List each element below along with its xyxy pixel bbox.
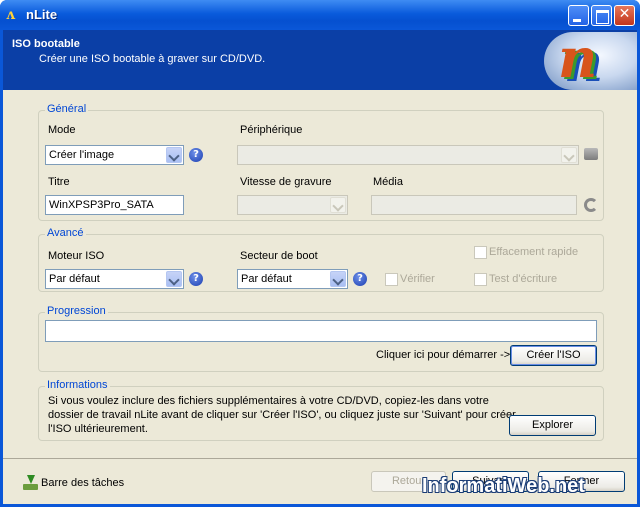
page-subtitle: Créer une ISO bootable à graver sur CD/D… (39, 53, 266, 65)
minimize-button[interactable] (568, 5, 589, 26)
taskbar-icon[interactable] (23, 475, 38, 490)
main-content: Général Mode Créer l'image ? Périphériqu… (3, 90, 637, 458)
watermark-text: InformatiWeb.net (422, 475, 585, 497)
nlite-window: ʌ nLite ✕ ISO bootable Créer une ISO boo… (0, 0, 640, 507)
verify-label: Vérifier (400, 273, 435, 285)
title-label: Titre (48, 176, 70, 188)
write-test-checkbox[interactable] (474, 273, 487, 286)
quick-erase-label: Effacement rapide (489, 246, 579, 258)
advanced-group-title: Avancé (45, 227, 86, 239)
refresh-icon[interactable] (584, 198, 598, 212)
media-label: Média (373, 176, 403, 188)
create-iso-button[interactable]: Créer l'ISO (510, 345, 597, 366)
title-field-value: WinXPSP3Pro_SATA (49, 199, 154, 211)
info-text-line1: Si vous voulez inclure des fichiers supp… (48, 395, 489, 407)
quick-erase-checkbox[interactable] (474, 246, 487, 259)
info-text-line3: l'ISO ultérieurement. (48, 423, 148, 435)
help-icon[interactable]: ? (353, 272, 367, 286)
mode-select[interactable]: Créer l'image (45, 145, 184, 165)
nlite-app-icon: ʌ (6, 7, 15, 23)
maximize-button[interactable] (591, 5, 612, 26)
iso-engine-select[interactable]: Par défaut (45, 269, 184, 289)
page-title: ISO bootable (12, 38, 80, 50)
write-test-label: Test d'écriture (489, 273, 558, 285)
start-hint: Cliquer ici pour démarrer -> (376, 349, 511, 361)
boot-sector-label: Secteur de boot (240, 250, 318, 262)
nlite-logo-icon: n (558, 26, 598, 90)
help-icon[interactable]: ? (189, 148, 203, 162)
speed-select[interactable] (237, 195, 348, 215)
title-bar[interactable]: ʌ nLite ✕ (0, 0, 640, 30)
page-header: ISO bootable Créer une ISO bootable à gr… (3, 26, 637, 90)
progress-group-title: Progression (45, 305, 108, 317)
chevron-down-icon[interactable] (330, 271, 346, 287)
iso-engine-value: Par défaut (49, 273, 100, 285)
close-icon: ✕ (618, 6, 631, 22)
mode-select-value: Créer l'image (49, 149, 115, 161)
verify-checkbox[interactable] (385, 273, 398, 286)
boot-sector-value: Par défaut (241, 273, 292, 285)
chevron-down-icon[interactable] (166, 147, 182, 163)
general-group-title: Général (45, 103, 89, 115)
close-window-button[interactable]: ✕ (614, 5, 635, 26)
chevron-down-icon[interactable] (561, 147, 577, 163)
mode-label: Mode (48, 124, 76, 136)
iso-engine-label: Moteur ISO (48, 250, 105, 262)
device-select[interactable] (237, 145, 579, 165)
title-field[interactable]: WinXPSP3Pro_SATA (45, 195, 184, 215)
nlite-logo: n (544, 26, 637, 90)
chevron-down-icon[interactable] (330, 197, 346, 213)
drive-icon[interactable] (584, 148, 598, 160)
explore-button[interactable]: Explorer (509, 415, 596, 436)
boot-sector-select[interactable]: Par défaut (237, 269, 348, 289)
info-group-title: Informations (45, 379, 110, 391)
taskbar-link[interactable]: Barre des tâches (41, 477, 124, 489)
window-title: nLite (26, 7, 58, 22)
help-icon[interactable]: ? (189, 272, 203, 286)
device-label: Périphérique (240, 124, 303, 136)
speed-label: Vitesse de gravure (240, 176, 332, 188)
media-field (371, 195, 577, 215)
progress-bar (45, 320, 597, 342)
info-text-line2: dossier de travail nLite avant de clique… (48, 409, 516, 421)
chevron-down-icon[interactable] (166, 271, 182, 287)
